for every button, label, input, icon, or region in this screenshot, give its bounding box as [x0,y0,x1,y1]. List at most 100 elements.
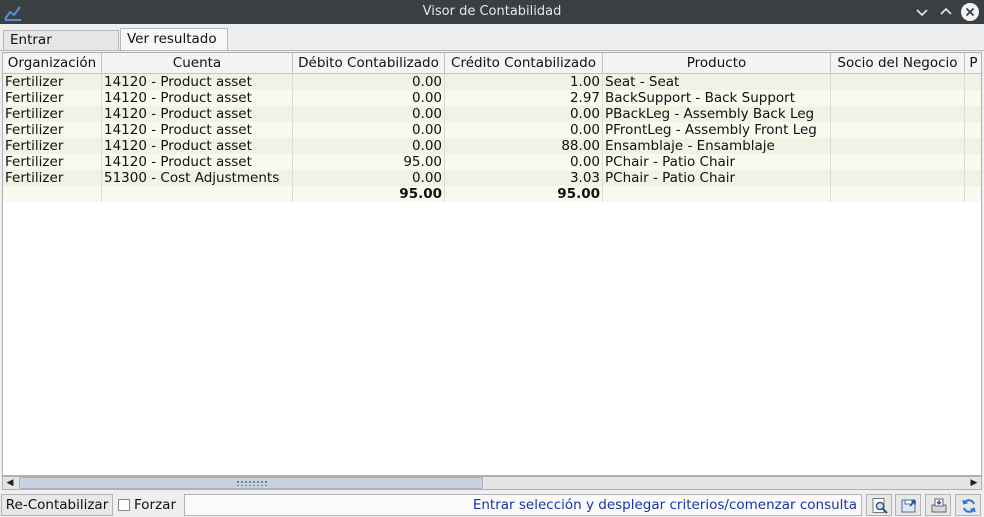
zoom-icon [872,498,888,514]
bottom-bar: Re-Contabilizar Forzar Entrar selección … [0,493,984,517]
table-cell [965,170,981,186]
total-cell: 95.00 [445,186,603,202]
table-cell: 88.00 [445,138,603,154]
table-cell [965,122,981,138]
table-cell: Ensamblaje - Ensamblaje [603,138,831,154]
table-cell: 14120 - Product asset [102,74,293,90]
table-cell: 3.03 [445,170,603,186]
table-cell: 0.00 [293,74,445,90]
table-cell: Fertilizer [3,74,102,90]
table-cell: 0.00 [293,170,445,186]
table-cell: Fertilizer [3,122,102,138]
table-cell: Seat - Seat [603,74,831,90]
total-cell: 95.00 [293,186,445,202]
table-cell [965,90,981,106]
table-cell [965,138,981,154]
table-cell: Fertilizer [3,154,102,170]
table-cell: 0.00 [445,122,603,138]
refresh-icon [962,499,976,513]
table-cell: Fertilizer [3,170,102,186]
table-cell [965,106,981,122]
table-cell: 14120 - Product asset [102,154,293,170]
table-cell: 51300 - Cost Adjustments [102,170,293,186]
table-cell: 14120 - Product asset [102,138,293,154]
column-header[interactable]: Crédito Contabilizado [445,53,603,74]
table-cell: Fertilizer [3,90,102,106]
table-cell [831,74,965,90]
table-cell: Fertilizer [3,138,102,154]
chevron-down-icon[interactable] [912,2,932,22]
column-header[interactable]: Cuenta [102,53,293,74]
table-cell: 0.00 [293,106,445,122]
scroll-left-icon[interactable]: ◀ [4,478,16,489]
export-button[interactable] [895,494,921,516]
table-cell: 0.00 [445,154,603,170]
table-cell: 0.00 [293,122,445,138]
total-cell [102,186,293,202]
table-cell: 1.00 [445,74,603,90]
table-cell [965,74,981,90]
table-cell [831,154,965,170]
table-cell: 14120 - Product asset [102,106,293,122]
zoom-button[interactable] [866,494,892,516]
result-table[interactable]: Organización Cuenta Débito Contabilizado Cr… [2,52,982,476]
print-button[interactable] [925,494,951,516]
table-cell [831,90,965,106]
horizontal-scrollbar[interactable]: ◀ ▶ [2,476,982,490]
table-row[interactable]: Fertilizer 51300 - Cost Adjustments 0.00 3.… [3,170,981,186]
table-cell: 2.97 [445,90,603,106]
table-cell [831,138,965,154]
total-cell [831,186,965,202]
table-cell [965,154,981,170]
column-header[interactable]: P [965,53,981,74]
table-cell: PChair - Patio Chair [603,170,831,186]
table-cell: 95.00 [293,154,445,170]
table-row[interactable]: Fertilizer 14120 - Product asset 0.00 88.00… [3,138,981,154]
table-row[interactable]: Fertilizer 14120 - Product asset 0.00 0.00 P… [3,106,981,122]
total-cell [965,186,981,202]
total-cell [3,186,102,202]
table-row[interactable]: Fertilizer 14120 - Product asset 95.00 0.00… [3,154,981,170]
table-cell: 0.00 [293,90,445,106]
column-header[interactable]: Organización [3,53,102,74]
column-header[interactable]: Socio del Negocio [831,53,965,74]
table-cell: Fertilizer [3,106,102,122]
window-title: Visor de Contabilidad [422,4,562,19]
table-cell: 14120 - Product asset [102,122,293,138]
table-cell [831,122,965,138]
table-cell: BackSupport - Back Support [603,90,831,106]
table-cell: 0.00 [293,138,445,154]
print-icon [931,498,947,513]
table-row[interactable]: Fertilizer 14120 - Product asset 0.00 2.97 B… [3,90,981,106]
scrollbar-thumb[interactable] [19,477,483,489]
title-bar: Visor de Contabilidad [0,0,984,24]
column-header[interactable]: Débito Contabilizado [293,53,445,74]
tab-divider [0,50,984,51]
table-cell: 14120 - Product asset [102,90,293,106]
table-cell [831,170,965,186]
force-label: Forzar [134,497,177,513]
tab-ver-resultado[interactable]: Ver resultado [120,28,228,50]
refresh-button[interactable] [955,494,981,516]
tab-bar: Entrar consulta Ver resultado [0,28,984,67]
status-field: Entrar selección y desplegar criterios/c… [184,494,862,516]
table-row[interactable]: Fertilizer 14120 - Product asset 0.00 0.00 P… [3,122,981,138]
table-cell: PFrontLeg - Assembly Front Leg [603,122,831,138]
total-cell [603,186,831,202]
scrollbar-grip [236,480,268,486]
export-icon [901,499,916,513]
force-checkbox[interactable] [118,499,130,511]
table-cell: PBackLeg - Assembly Back Leg [603,106,831,122]
repost-button[interactable]: Re-Contabilizar [1,494,113,516]
close-icon[interactable] [960,2,980,22]
chevron-up-icon[interactable] [936,2,956,22]
tab-entrar-consulta[interactable]: Entrar consulta [3,30,119,67]
totals-row[interactable]: 95.00 95.00 [3,186,981,202]
table-cell [831,106,965,122]
column-header[interactable]: Producto [603,53,831,74]
status-text: Entrar selección y desplegar criterios/c… [472,497,857,513]
table-cell: PChair - Patio Chair [603,154,831,170]
scroll-right-icon[interactable]: ▶ [968,478,980,489]
table-cell: 0.00 [445,106,603,122]
table-row[interactable]: Fertilizer 14120 - Product asset 0.00 1.00 S… [3,74,981,90]
